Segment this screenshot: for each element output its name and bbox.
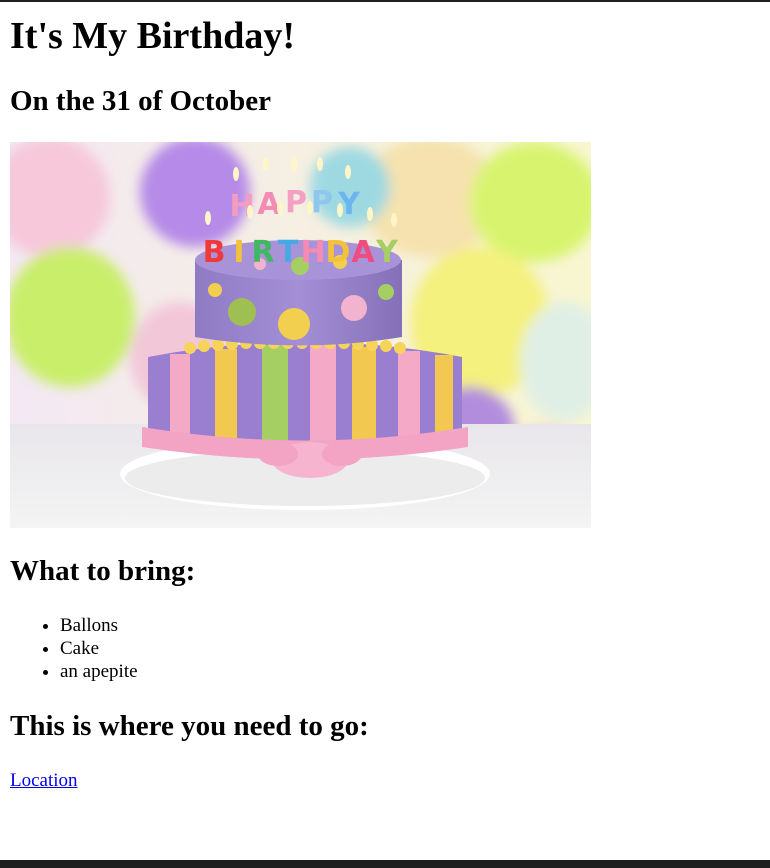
svg-text:T: T bbox=[278, 235, 299, 270]
page-title: It's My Birthday! bbox=[10, 15, 295, 57]
page-content: It's My Birthday! On the 31 of October H… bbox=[10, 0, 750, 792]
bring-list: Ballons Cake an apepite bbox=[10, 614, 750, 683]
list-item: Ballons bbox=[60, 614, 750, 637]
svg-text:A: A bbox=[351, 235, 375, 270]
directions-heading: This is where you need to go: bbox=[10, 710, 369, 742]
svg-text:D: D bbox=[326, 235, 351, 270]
svg-text:Y: Y bbox=[375, 235, 399, 270]
list-item: Cake bbox=[60, 637, 750, 660]
birthday-cake-image: H A P P Y B I R T H D A Y bbox=[10, 142, 591, 528]
svg-text:P: P bbox=[285, 185, 307, 220]
svg-text:I: I bbox=[233, 235, 244, 270]
svg-text:H: H bbox=[300, 235, 325, 270]
list-item: an apepite bbox=[60, 660, 750, 683]
taskbar-strip bbox=[0, 860, 770, 868]
location-link[interactable]: Location bbox=[10, 769, 78, 792]
svg-text:R: R bbox=[251, 235, 274, 270]
bring-heading: What to bring: bbox=[10, 555, 196, 587]
svg-text:P: P bbox=[311, 185, 333, 220]
date-heading: On the 31 of October bbox=[10, 85, 271, 117]
svg-text:B: B bbox=[203, 235, 226, 270]
